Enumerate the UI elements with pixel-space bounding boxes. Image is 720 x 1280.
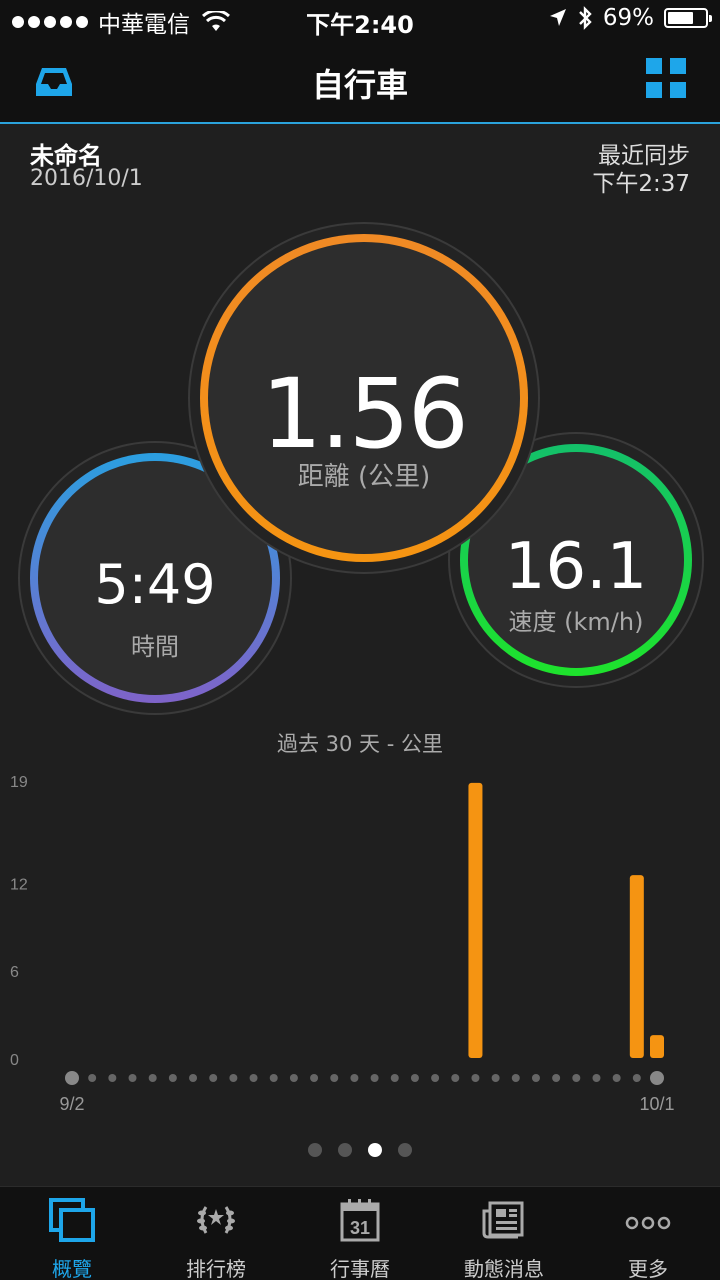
day-marker: [592, 1074, 601, 1082]
time-label: 時間: [131, 633, 179, 661]
day-marker: [552, 1074, 561, 1082]
page-dot[interactable]: [368, 1143, 382, 1157]
laurel-icon: [197, 1206, 235, 1234]
day-marker: [390, 1074, 399, 1082]
page-indicator[interactable]: [0, 1143, 720, 1157]
tab-more[interactable]: 更多: [576, 1187, 720, 1280]
distance-metric[interactable]: 1.56 距離 (公里): [200, 234, 528, 562]
sync-time: 下午2:37: [592, 171, 690, 197]
day-marker: [612, 1074, 621, 1082]
day-marker: [229, 1074, 238, 1082]
tab-leaderboard[interactable]: 排行榜: [144, 1187, 288, 1280]
day-marker: [128, 1074, 137, 1082]
distance-value: 1.56: [261, 358, 469, 470]
day-marker: [531, 1074, 540, 1082]
day-marker: [511, 1074, 520, 1082]
tab-overview[interactable]: 概覽: [0, 1187, 144, 1280]
day-marker: [632, 1074, 641, 1082]
day-marker: [249, 1074, 258, 1082]
tab-bar: 概覽 排行榜 31 行事曆 動態消息 更多: [0, 1186, 720, 1280]
battery-percent: 69%: [602, 5, 654, 31]
day-marker: [471, 1074, 480, 1082]
page-dot[interactable]: [398, 1143, 412, 1157]
day-marker: [108, 1074, 117, 1082]
chart-bar[interactable]: [629, 875, 644, 1058]
y-tick-label: 12: [10, 876, 28, 893]
y-tick-label: 19: [10, 774, 28, 791]
day-marker: [451, 1074, 460, 1082]
x-axis-label: 9/2: [59, 1094, 84, 1114]
day-marker: [572, 1074, 581, 1082]
status-right: 69%: [549, 5, 712, 31]
tab-label: 動態消息: [464, 1257, 544, 1280]
y-tick-label: 0: [10, 1052, 19, 1069]
time-value: 5:49: [94, 553, 216, 616]
day-marker: [65, 1071, 79, 1085]
day-marker: [289, 1074, 298, 1082]
tab-label: 行事曆: [330, 1257, 390, 1280]
battery-level: [668, 12, 693, 24]
day-marker: [189, 1074, 198, 1082]
day-marker: [410, 1074, 419, 1082]
distance-bar-chart[interactable]: 19 12 6 0 9/2 10/1: [0, 760, 720, 1120]
y-tick-label: 6: [10, 964, 19, 981]
chart-bar[interactable]: [650, 1035, 664, 1058]
speed-value: 16.1: [504, 530, 648, 604]
activity-date: 2016/10/1: [30, 166, 143, 191]
page-title: 自行車: [311, 66, 408, 104]
calendar-day-text: 31: [350, 1218, 370, 1238]
tab-label: 更多: [628, 1257, 668, 1280]
tab-calendar[interactable]: 31 行事曆: [288, 1187, 432, 1280]
tab-label: 概覽: [52, 1257, 92, 1280]
battery-icon: [664, 8, 712, 28]
tab-newsfeed[interactable]: 動態消息: [432, 1187, 576, 1280]
day-marker: [269, 1074, 278, 1082]
chart-title: 過去 30 天 - 公里: [276, 732, 443, 756]
more-icon: [625, 1216, 671, 1230]
status-bar: 中華電信 下午2:40 69%: [0, 0, 720, 40]
newsfeed-icon: [482, 1201, 524, 1239]
day-marker: [431, 1074, 440, 1082]
overview-icon: [49, 1198, 95, 1242]
page-dot[interactable]: [338, 1143, 352, 1157]
day-marker: [650, 1071, 664, 1085]
grid-icon[interactable]: [646, 58, 686, 98]
chart-bar[interactable]: [468, 782, 483, 1058]
day-marker: [310, 1074, 319, 1082]
tab-label: 排行榜: [186, 1257, 246, 1280]
day-marker: [148, 1074, 157, 1082]
day-marker: [209, 1074, 218, 1082]
day-marker: [491, 1074, 500, 1082]
day-marker: [350, 1074, 359, 1082]
x-axis-label: 10/1: [639, 1094, 674, 1114]
app-header: 自行車: [0, 40, 720, 124]
bluetooth-icon: [579, 6, 592, 30]
location-arrow-icon: [549, 9, 566, 26]
day-marker: [88, 1074, 97, 1082]
day-marker: [168, 1074, 177, 1082]
page-dot[interactable]: [308, 1143, 322, 1157]
day-marker: [370, 1074, 379, 1082]
calendar-icon: 31: [340, 1199, 380, 1242]
speed-label: 速度 (km/h): [508, 608, 644, 636]
distance-label: 距離 (公里): [297, 462, 431, 492]
day-marker: [330, 1074, 339, 1082]
